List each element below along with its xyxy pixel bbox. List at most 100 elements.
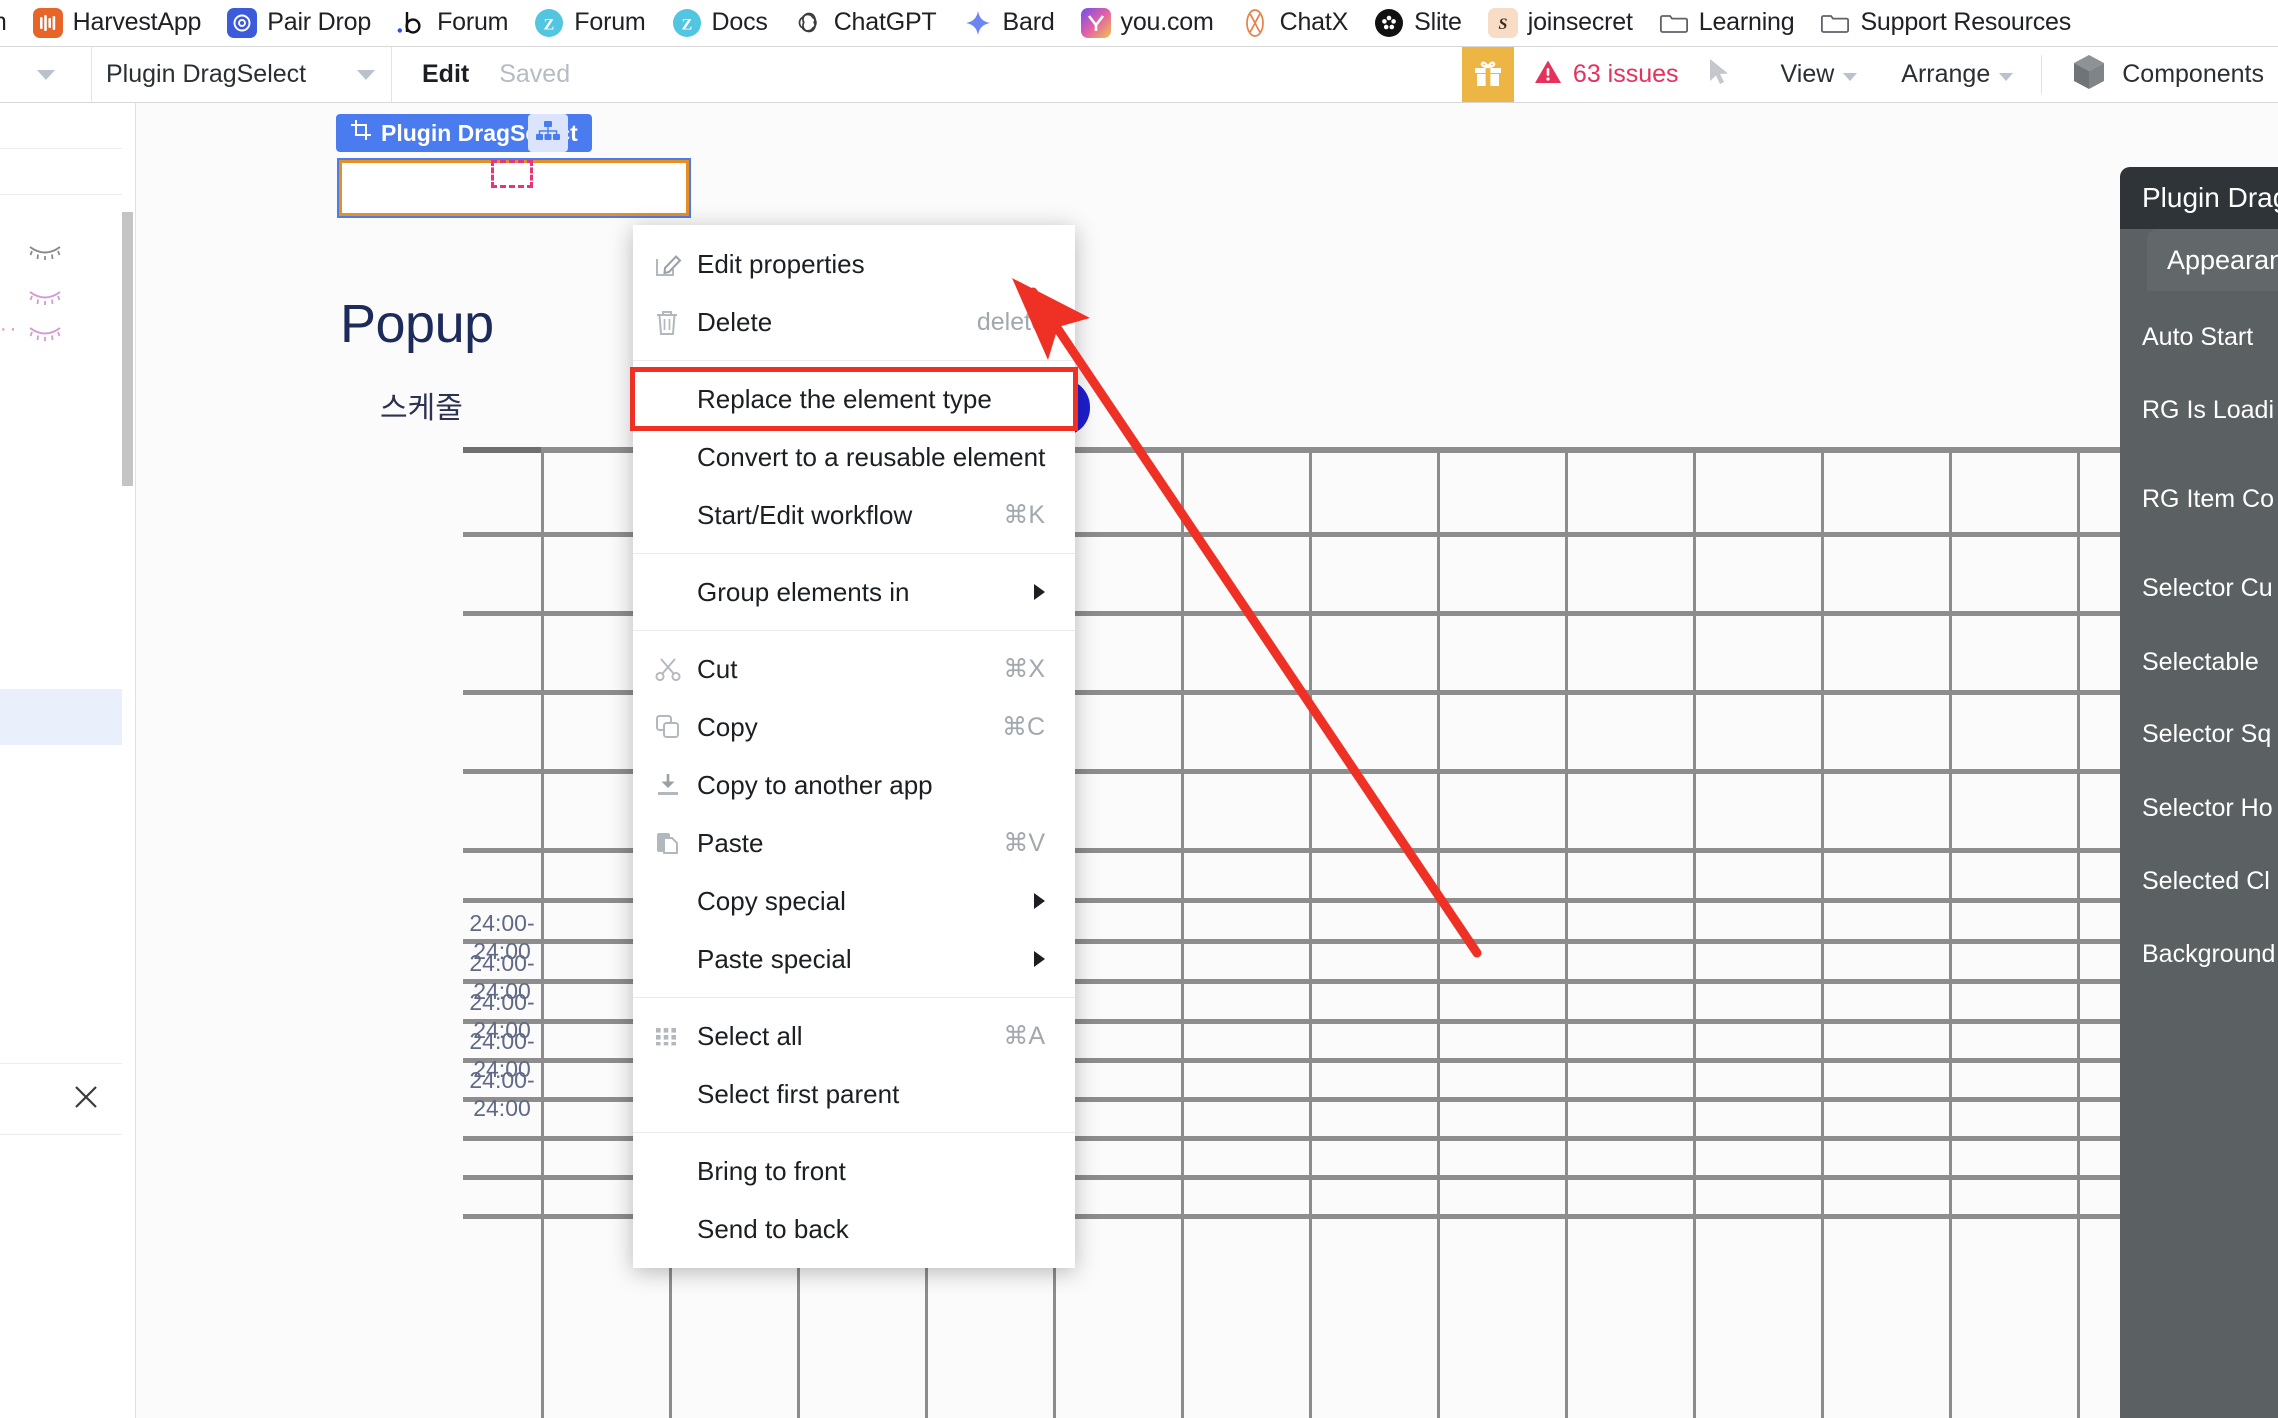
tree-row[interactable]	[0, 149, 122, 195]
bookmark-folder-support-resources[interactable]: Support Resources	[1807, 3, 2084, 43]
context-menu-item-label: Copy to another app	[697, 769, 933, 800]
context-menu-item-bring-to-front[interactable]: Bring to front	[633, 1142, 1075, 1200]
context-menu-item-replace-element-type[interactable]: Replace the element type	[630, 367, 1078, 431]
bookmark-item-docs[interactable]: Z Docs	[659, 3, 781, 43]
chevron-down-icon	[357, 69, 375, 80]
context-menu-item-convert-reusable[interactable]: Convert to a reusable element	[633, 428, 1075, 486]
folder-icon	[1659, 8, 1689, 38]
field-label-selectable: Selectable	[2142, 648, 2259, 676]
bookmark-folder-learning[interactable]: Learning	[1646, 3, 1808, 43]
grid-vline	[1309, 453, 1312, 1418]
plugin-property-panel: Plugin Drag Appearan Auto Start RG Is Lo…	[2114, 167, 2278, 1418]
context-menu-separator	[633, 630, 1075, 631]
scissors-icon	[655, 656, 697, 682]
bookmark-item-pair-drop[interactable]: Pair Drop	[214, 3, 384, 43]
menu-view-label: View	[1780, 60, 1835, 88]
context-menu-item-start-edit-workflow[interactable]: Start/Edit workflow ⌘K	[633, 486, 1075, 544]
grid-vline	[1437, 453, 1440, 1418]
context-menu-item-label: Cut	[697, 653, 738, 684]
context-menu-item-shortcut: ⌘V	[1003, 829, 1045, 857]
bookmark-item-joinsecret[interactable]: S joinsecret	[1475, 3, 1646, 43]
tree-row-selected[interactable]	[0, 689, 122, 745]
element-tree-toggle[interactable]	[528, 114, 568, 152]
element-crop-icon	[350, 119, 372, 147]
context-menu-item-label: Delete	[697, 306, 773, 337]
chatgpt-icon	[794, 8, 824, 38]
cursor-arrow-icon	[1707, 57, 1733, 92]
editor-toolbar: Plugin DragSelect Edit Saved 63 issues V…	[0, 46, 2278, 103]
bookmark-item-harvestapp[interactable]: HarvestApp	[20, 3, 215, 43]
context-menu-item-shortcut: delete	[976, 307, 1045, 336]
left-panel-scrollbar-thumb[interactable]	[122, 212, 133, 486]
toolbar-back-caret[interactable]	[0, 47, 92, 102]
chatx-icon	[1240, 8, 1270, 38]
joinsecret-icon: S	[1487, 7, 1518, 38]
components-label: Components	[2122, 60, 2264, 88]
context-menu-item-label: Paste special	[697, 943, 852, 974]
page-surface: Plugin DragSelect Popup 스케줄 저장	[136, 103, 2278, 1418]
bookmark-item-partial[interactable]: m	[0, 3, 20, 43]
eye-closed-icon[interactable]	[28, 288, 62, 306]
edit-tab[interactable]: Edit	[422, 60, 469, 89]
context-menu-item-delete[interactable]: Delete delete	[633, 293, 1075, 351]
element-tree-panel: ··	[0, 103, 136, 1418]
context-menu-item-label: Start/Edit workflow	[697, 499, 913, 530]
context-menu-item-label: Edit properties	[697, 248, 865, 279]
context-menu-item-select-first-parent[interactable]: Select first parent	[633, 1065, 1075, 1123]
tab-appearance[interactable]: Appearan	[2147, 229, 2278, 291]
context-menu-item-copy[interactable]: Copy ⌘C	[633, 698, 1075, 756]
eye-closed-icon[interactable]	[28, 243, 62, 261]
context-menu-item-copy-special[interactable]: Copy special	[633, 872, 1075, 930]
context-menu-item-cut[interactable]: Cut ⌘X	[633, 640, 1075, 698]
app-selector[interactable]: Plugin DragSelect	[92, 47, 392, 102]
element-tree-icon	[535, 119, 561, 148]
pairdrop-icon	[227, 7, 258, 38]
field-label-selector-square: Selector Sq	[2142, 720, 2272, 748]
bookmark-item-bard[interactable]: Bard	[950, 3, 1068, 43]
field-label-selector-hover: Selector Ho	[2142, 794, 2273, 822]
grid-vline	[1949, 453, 1952, 1418]
context-menu-item-group-elements-in[interactable]: Group elements in	[633, 563, 1075, 621]
context-menu-item-select-all[interactable]: Select all ⌘A	[633, 1007, 1075, 1065]
bookmark-label: Support Resources	[1860, 8, 2072, 36]
grid-vline	[2077, 453, 2080, 1418]
warning-triangle-icon	[1534, 59, 1562, 90]
tree-row[interactable]	[0, 103, 122, 149]
context-menu-item-copy-to-another-app[interactable]: Copy to another app	[633, 756, 1075, 814]
context-menu-item-shortcut: ⌘A	[1003, 1022, 1045, 1050]
field-label-selected-class: Selected Cl	[2142, 867, 2270, 895]
bookmark-label: you.com	[1120, 8, 1214, 36]
bookmark-label: Forum	[574, 8, 646, 36]
cursor-tool-button[interactable]	[1701, 47, 1759, 102]
gift-button[interactable]	[1461, 47, 1514, 102]
bookmark-item-youcom[interactable]: you.com	[1068, 3, 1227, 43]
bookmark-label: HarvestApp	[72, 8, 202, 36]
context-menu-item-label: Copy special	[697, 885, 846, 916]
schedule-field-label: 스케줄	[380, 392, 463, 425]
bookmark-item-forum-zulip[interactable]: Z Forum	[521, 3, 658, 43]
issues-button[interactable]: 63 issues	[1514, 47, 1701, 102]
app-selector-value: Plugin DragSelect	[106, 60, 307, 88]
time-start: 24:00-	[469, 989, 535, 1015]
bookmark-item-chatgpt[interactable]: ChatGPT	[781, 3, 950, 43]
chevron-down-icon	[36, 69, 55, 80]
field-label-background: Background	[2142, 940, 2276, 968]
bookmark-item-forum-bubble[interactable]: Forum	[384, 3, 521, 43]
context-menu-item-paste[interactable]: Paste ⌘V	[633, 814, 1075, 872]
context-menu-item-send-to-back[interactable]: Send to back	[633, 1200, 1075, 1258]
field-label-rg-item-count: RG Item Co	[2142, 485, 2274, 513]
context-menu-separator	[633, 360, 1075, 361]
eye-closed-icon[interactable]	[28, 324, 62, 342]
menu-view[interactable]: View	[1759, 47, 1880, 102]
components-button[interactable]: Components	[2048, 47, 2278, 102]
bookmark-item-slite[interactable]: Slite	[1361, 3, 1475, 43]
bookmark-item-chatx[interactable]: ChatX	[1227, 3, 1361, 43]
menu-arrange[interactable]: Arrange	[1879, 47, 2035, 102]
chevron-down-icon	[1999, 72, 2014, 81]
issues-count-label: 63 issues	[1572, 60, 1679, 88]
context-menu-item-edit-properties[interactable]: Edit properties	[633, 235, 1075, 293]
context-menu-item-paste-special[interactable]: Paste special	[633, 930, 1075, 988]
youcom-icon	[1080, 7, 1111, 38]
context-menu-separator	[633, 1132, 1075, 1133]
close-panel-button[interactable]	[0, 1063, 122, 1135]
